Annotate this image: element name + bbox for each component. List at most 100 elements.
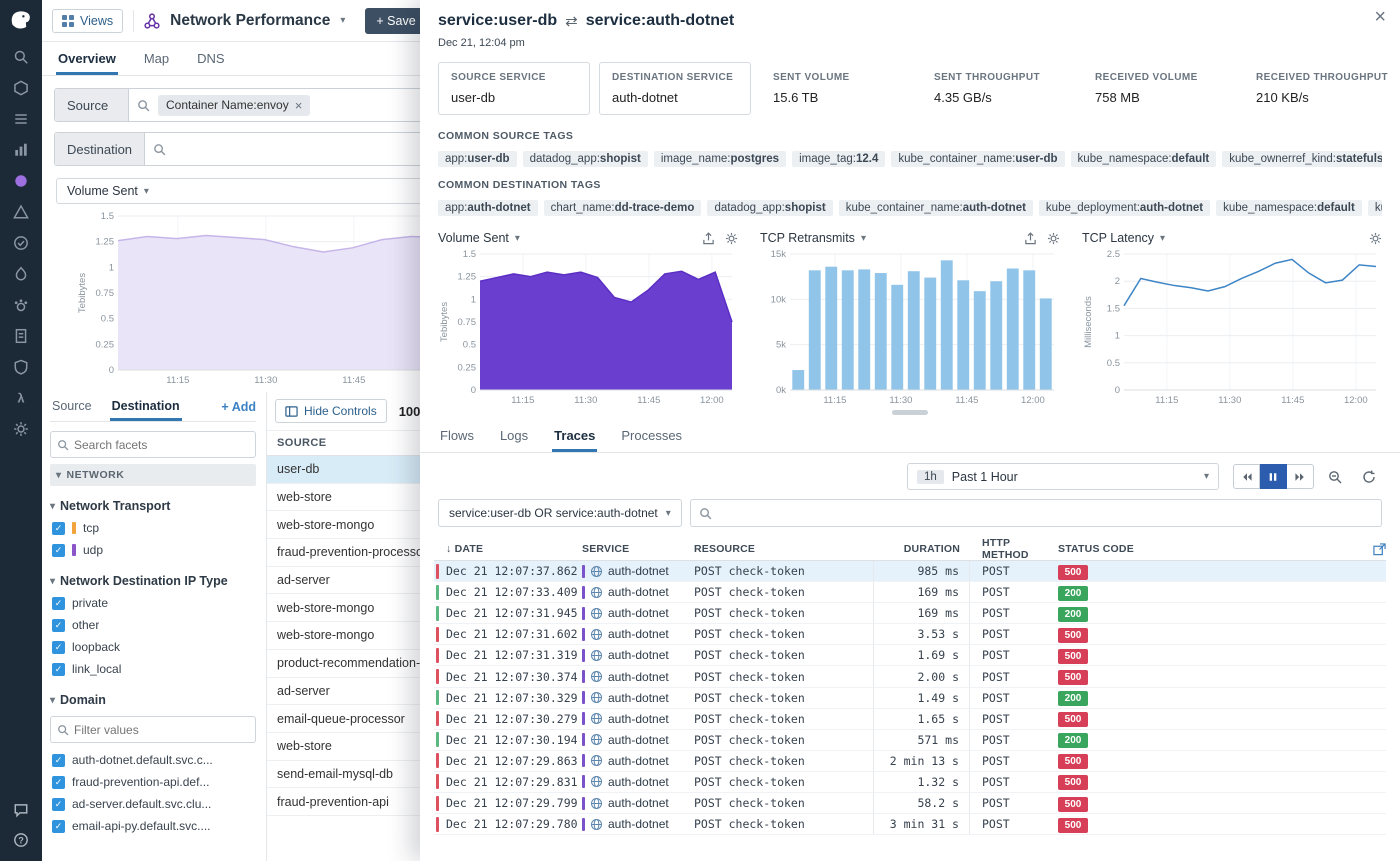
filter-tag-container-name-envoy[interactable]: Container Name:envoy × [158,95,310,116]
chart-title[interactable]: TCP Latency [1082,231,1154,245]
pause-button[interactable] [1260,464,1287,489]
facet-item[interactable]: ✓ ad-server.default.svc.clu... [52,793,256,815]
volume-sent-chart[interactable]: 1.51.2510.750.50.25011:1511:3011:4512:00… [438,248,738,406]
sidebar-icon-security[interactable] [13,359,29,375]
checkbox-checked[interactable]: ✓ [52,776,65,789]
sidebar-icon-watchdog[interactable] [13,297,29,313]
tag-pill[interactable]: datadog_app:shopist [523,151,648,167]
trace-service[interactable]: auth-dotnet [608,775,669,789]
tag-pill[interactable]: kube_ownerref_kind:statefulset [1222,151,1382,167]
trace-service[interactable]: auth-dotnet [608,627,669,641]
panel-tab[interactable]: Flows [438,419,476,452]
destination-service-link[interactable]: service:auth-dotnet [586,12,734,30]
facet-item[interactable]: ✓ auth-dotnet.default.svc.c... [52,749,256,771]
sidebar-icon-synthetics[interactable] [13,235,29,251]
skip-back-button[interactable] [1233,464,1260,489]
facet-search[interactable] [50,431,256,458]
sidebar-icon-search[interactable] [13,49,29,65]
trace-row[interactable]: Dec 21 12:07:31.602 auth-dotnet POST che… [434,624,1386,645]
sidebar-icon-infrastructure-list[interactable] [13,111,29,127]
trace-row[interactable]: Dec 21 12:07:33.409 auth-dotnet POST che… [434,582,1386,603]
trace-service[interactable]: auth-dotnet [608,670,669,684]
tag-pill[interactable]: app:user-db [438,151,517,167]
skip-forward-button[interactable] [1287,464,1314,489]
trace-row[interactable]: Dec 21 12:07:30.279 auth-dotnet POST che… [434,709,1386,730]
tag-pill[interactable]: datadog_app:shopist [707,200,832,216]
checkbox-checked[interactable]: ✓ [52,663,65,676]
checkbox-checked[interactable]: ✓ [52,619,65,632]
sidebar-icon-network[interactable] [13,173,29,189]
trace-service[interactable]: auth-dotnet [608,817,669,831]
tag-pill[interactable]: kube_container_name:auth-dotnet [839,200,1033,216]
tag-pill[interactable]: app:auth-dotnet [438,200,538,216]
hide-controls-button[interactable]: Hide Controls [275,399,387,423]
trace-service[interactable]: auth-dotnet [608,796,669,810]
column-http-method[interactable]: HTTP METHOD [970,537,1058,561]
views-button[interactable]: Views [52,9,123,33]
trace-service[interactable]: auth-dotnet [608,585,669,599]
trace-service[interactable]: auth-dotnet [608,648,669,662]
trace-service[interactable]: auth-dotnet [608,606,669,620]
checkbox-checked[interactable]: ✓ [52,597,65,610]
column-resource[interactable]: RESOURCE [694,543,874,555]
datadog-logo[interactable] [8,7,34,33]
sidebar-icon-metrics[interactable] [13,142,29,158]
gear-icon[interactable] [725,232,738,245]
sidebar-icon-help[interactable]: ? [13,832,29,848]
export-icon[interactable] [1024,232,1037,245]
column-date[interactable]: ↓ DATE [446,543,582,555]
checkbox-checked[interactable]: ✓ [52,544,65,557]
sidebar-icon-monitors[interactable] [13,204,29,220]
scope-dropdown[interactable]: service:user-db OR service:auth-dotnet ▾ [438,499,682,527]
main-tab[interactable]: Map [142,42,171,75]
close-icon[interactable]: × [1374,7,1386,27]
tag-pill[interactable]: chart_name:dd-trace-demo [544,200,702,216]
chevron-down-icon[interactable]: ▾ [340,15,345,26]
refresh-icon[interactable] [1356,464,1382,489]
tcp-retransmits-chart[interactable]: 15k10k5k0k11:1511:3011:4512:00 [760,248,1060,406]
checkbox-checked[interactable]: ✓ [52,820,65,833]
add-facet-button[interactable]: + Add [221,400,256,414]
main-tab[interactable]: DNS [195,42,226,75]
chevron-down-icon[interactable]: ▾ [515,233,520,244]
facet-item[interactable]: ✓ loopback [52,636,256,658]
gear-icon[interactable] [1369,232,1382,245]
trace-row[interactable]: Dec 21 12:07:31.945 auth-dotnet POST che… [434,603,1386,624]
sidebar-icon-apm[interactable] [13,266,29,282]
trace-service[interactable]: auth-dotnet [608,712,669,726]
open-in-new-icon[interactable] [1373,543,1386,556]
tag-pill[interactable]: kube_container_name:user-db [891,151,1064,167]
checkbox-checked[interactable]: ✓ [52,641,65,654]
sidebar-icon-host-map[interactable] [13,80,29,96]
sidebar-icon-settings[interactable] [13,421,29,437]
tag-pill[interactable]: kube_namespace:default [1216,200,1362,216]
source-service-link[interactable]: service:user-db [438,12,557,30]
facet-item[interactable]: ✓ other [52,614,256,636]
time-range-dropdown[interactable]: 1h Past 1 Hour ▾ [907,463,1219,490]
facet-group-header[interactable]: ▾ Domain [50,693,256,707]
chevron-down-icon[interactable]: ▾ [861,233,866,244]
facet-item[interactable]: ✓ link_local [52,658,256,680]
facet-item[interactable]: ✓ tcp [52,517,256,539]
facet-group-header[interactable]: ▾ Network Transport [50,499,256,513]
chart-title[interactable]: TCP Retransmits [760,231,855,245]
chart-title[interactable]: Volume Sent [438,231,509,245]
panel-tab[interactable]: Logs [498,419,530,452]
trace-row[interactable]: Dec 21 12:07:29.863 auth-dotnet POST che… [434,751,1386,772]
trace-service[interactable]: auth-dotnet [608,754,669,768]
trace-service[interactable]: auth-dotnet [608,733,669,747]
sidebar-icon-logs[interactable] [13,328,29,344]
facet-section-network[interactable]: ▾ NETWORK [50,464,256,486]
tcp-latency-chart[interactable]: 2.521.510.5011:1511:3011:4512:00Millisec… [1082,248,1382,406]
tag-pill[interactable]: image_tag:12.4 [792,151,885,167]
facet-item[interactable]: ✓ udp [52,539,256,561]
trace-row[interactable]: Dec 21 12:07:30.374 auth-dotnet POST che… [434,666,1386,687]
overview-volume-chart[interactable]: 1.51.2510.750.50.25011:1511:3011:45Tebib… [76,210,476,386]
column-service[interactable]: SERVICE [582,543,694,555]
save-button[interactable]: + Save [365,8,426,34]
panel-tab[interactable]: Traces [552,419,597,452]
facet-item[interactable]: ✓ fraud-prevention-api.def... [52,771,256,793]
facet-tab[interactable]: Destination [110,392,182,421]
trace-row[interactable]: Dec 21 12:07:31.319 auth-dotnet POST che… [434,645,1386,666]
trace-row[interactable]: Dec 21 12:07:29.799 auth-dotnet POST che… [434,793,1386,814]
